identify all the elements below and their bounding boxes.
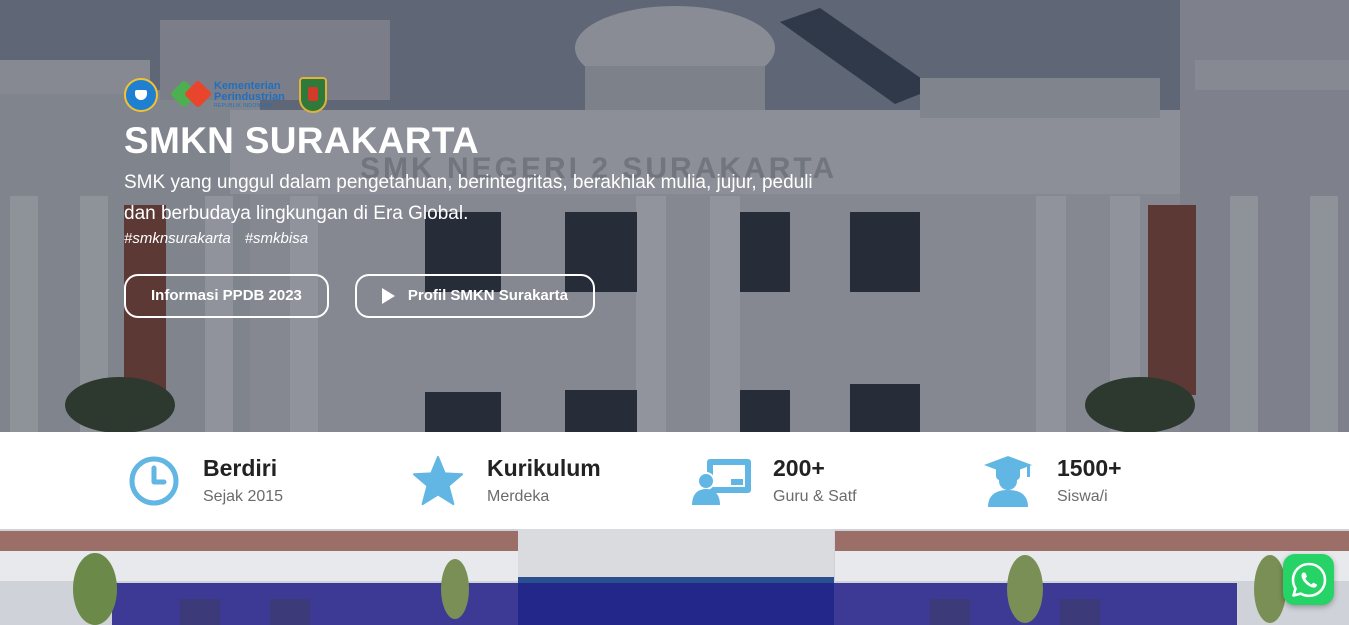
surakarta-logo xyxy=(298,77,327,113)
teacher-board-icon xyxy=(691,454,753,508)
stat-curriculum: Kurikulum Merdeka xyxy=(411,432,601,529)
hero-title: SMKN SURAKARTA xyxy=(124,120,479,161)
stat-value: Kurikulum xyxy=(487,455,601,482)
stat-value: 1500+ xyxy=(1057,455,1122,482)
stats-bar: Berdiri Sejak 2015 Kurikulum Merdeka 200 xyxy=(0,432,1349,529)
hero-hashtags: #smknsurakarta #smkbisa xyxy=(124,230,824,247)
kemdikbud-logo xyxy=(124,78,158,112)
kemenperin-mark-icon xyxy=(169,78,213,112)
stat-text: 1500+ Siswa/i xyxy=(1057,455,1122,506)
stat-teachers: 200+ Guru & Satf xyxy=(691,432,857,529)
hero-buttons: Informasi PPDB 2023 Profil SMKN Surakart… xyxy=(124,273,824,318)
stat-text: Berdiri Sejak 2015 xyxy=(203,455,283,506)
kemenperin-logo: Kementerian Perindustrian REPUBLIK INDON… xyxy=(169,78,285,112)
graduate-icon xyxy=(981,454,1035,508)
section-background-image xyxy=(0,529,1349,625)
stat-label: Guru & Satf xyxy=(773,487,857,505)
stat-text: 200+ Guru & Satf xyxy=(773,455,857,506)
play-icon xyxy=(381,287,395,304)
stat-label: Merdeka xyxy=(487,487,550,505)
stat-founded: Berdiri Sejak 2015 xyxy=(127,432,283,529)
stat-label: Sejak 2015 xyxy=(203,487,284,505)
ppdb-info-button-label: Informasi PPDB 2023 xyxy=(151,287,302,305)
hero-tagline: SMK yang unggul dalam pengetahuan, berin… xyxy=(124,171,813,224)
ppdb-info-button[interactable]: Informasi PPDB 2023 xyxy=(124,273,329,318)
kemenperin-line3: REPUBLIK INDONESIA xyxy=(214,103,274,109)
stat-students: 1500+ Siswa/i xyxy=(981,432,1122,529)
stat-value: 200+ xyxy=(773,455,825,482)
school-profile-button[interactable]: Profil SMKN Surakarta xyxy=(354,273,595,318)
clock-icon xyxy=(127,454,181,508)
school-profile-button-label: Profil SMKN Surakarta xyxy=(407,287,568,305)
stat-value: Berdiri xyxy=(203,455,278,482)
kemenperin-wordmark: Kementerian Perindustrian REPUBLIK INDON… xyxy=(214,81,285,109)
whatsapp-chat-button[interactable] xyxy=(1283,554,1334,605)
stat-text: Kurikulum Merdeka xyxy=(487,455,601,506)
kemenperin-line2: Perindustrian xyxy=(214,91,285,103)
hero-content: Kementerian Perindustrian REPUBLIK INDON… xyxy=(124,76,824,318)
star-icon xyxy=(411,454,465,508)
partner-logos: Kementerian Perindustrian REPUBLIK INDON… xyxy=(124,76,824,114)
hero-section: SMK NEGERI 2 SURAKARTA Kementerian Perin… xyxy=(0,0,1349,432)
whatsapp-icon xyxy=(1291,562,1326,597)
building-photo xyxy=(0,529,1349,625)
hashtag: #smkbisa xyxy=(244,229,309,247)
stat-label: Siswa/i xyxy=(1057,487,1108,505)
hashtag: #smknsurakarta xyxy=(124,229,231,247)
